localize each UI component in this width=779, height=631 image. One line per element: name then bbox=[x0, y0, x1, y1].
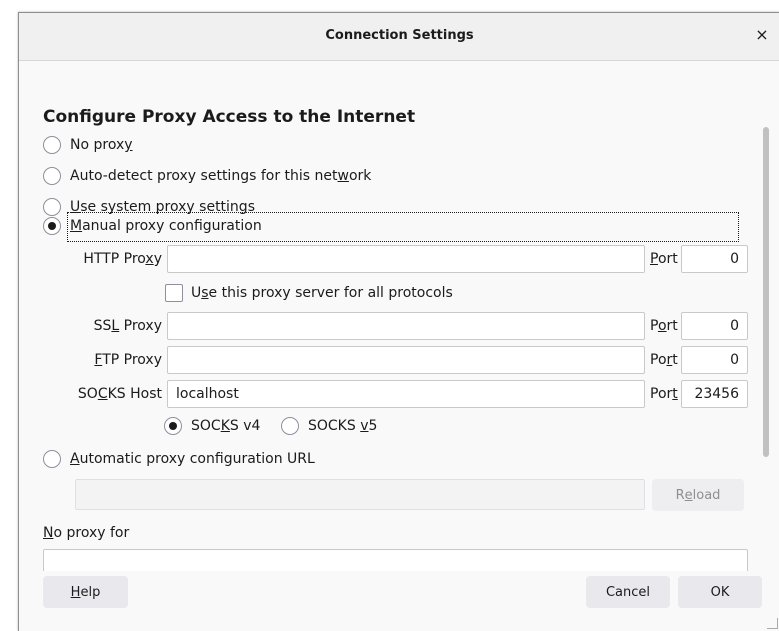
socks-v5-label: SOCKS v5 bbox=[308, 418, 378, 434]
http-port-label: Port bbox=[650, 251, 678, 267]
dialog-title: Connection Settings bbox=[325, 28, 474, 43]
help-button[interactable]: Help bbox=[43, 576, 128, 608]
no-proxy-label: No proxy bbox=[70, 137, 133, 153]
no-proxy-option[interactable]: No proxy bbox=[43, 133, 133, 157]
auto-config-url-radio[interactable] bbox=[43, 450, 61, 468]
ftp-port-label: Port bbox=[650, 352, 678, 368]
ok-button[interactable]: OK bbox=[678, 576, 762, 608]
ssl-port-input[interactable]: 0 bbox=[681, 312, 748, 340]
cancel-button[interactable]: Cancel bbox=[586, 576, 670, 608]
no-proxy-radio[interactable] bbox=[43, 136, 61, 154]
socks-port-input[interactable]: 23456 bbox=[681, 380, 748, 408]
content-scrollbar[interactable] bbox=[762, 123, 770, 629]
no-proxy-for-label: No proxy for bbox=[43, 525, 130, 541]
ftp-proxy-input[interactable] bbox=[167, 346, 645, 374]
auto-detect-radio[interactable] bbox=[43, 167, 61, 185]
socks-v5-option[interactable]: SOCKS v5 bbox=[281, 414, 377, 438]
use-all-protocols-label: Use this proxy server for all protocols bbox=[191, 285, 453, 301]
close-icon[interactable]: × bbox=[754, 26, 770, 44]
dialog-content: Configure Proxy Access to the Internet N… bbox=[19, 61, 779, 631]
manual-proxy-option[interactable]: Manual proxy configuration bbox=[43, 214, 262, 238]
http-proxy-label: HTTP Proxy bbox=[83, 251, 162, 267]
use-all-protocols-checkbox[interactable] bbox=[165, 284, 183, 302]
scrollbar-thumb[interactable] bbox=[763, 127, 769, 457]
http-proxy-input[interactable] bbox=[167, 245, 645, 273]
manual-proxy-radio[interactable] bbox=[43, 217, 61, 235]
ssl-port-label: Port bbox=[650, 318, 678, 334]
auto-detect-label: Auto-detect proxy settings for this netw… bbox=[70, 168, 372, 184]
connection-settings-dialog: Connection Settings × Configure Proxy Ac… bbox=[18, 12, 779, 631]
auto-config-url-option[interactable]: Automatic proxy configuration URL bbox=[43, 447, 315, 471]
auto-config-url-input[interactable] bbox=[75, 479, 645, 510]
dialog-footer: Help Cancel OK bbox=[19, 571, 779, 631]
socks-v4-radio[interactable] bbox=[164, 417, 182, 435]
ftp-port-input[interactable]: 0 bbox=[681, 346, 748, 374]
socks-v4-label: SOCKS v4 bbox=[191, 418, 261, 434]
socks-v4-option[interactable]: SOCKS v4 bbox=[164, 414, 260, 438]
socks-port-label: Port bbox=[650, 386, 678, 402]
reload-button[interactable]: Re load bbox=[652, 479, 744, 511]
ftp-proxy-label: FTP Proxy bbox=[94, 352, 162, 368]
socks-host-label: SOCKS Host bbox=[77, 386, 162, 402]
no-proxy-for-input[interactable] bbox=[43, 549, 748, 573]
resize-grip-icon[interactable] bbox=[767, 618, 778, 629]
ssl-proxy-input[interactable] bbox=[167, 312, 645, 340]
manual-proxy-label: Manual proxy configuration bbox=[70, 218, 262, 234]
http-port-input[interactable]: 0 bbox=[681, 245, 748, 273]
dialog-titlebar: Connection Settings × bbox=[19, 13, 779, 61]
auto-config-url-label: Automatic proxy configuration URL bbox=[70, 451, 315, 467]
socks-v5-radio[interactable] bbox=[281, 417, 299, 435]
socks-host-input[interactable]: localhost bbox=[167, 380, 645, 408]
section-heading: Configure Proxy Access to the Internet bbox=[43, 107, 416, 127]
ssl-proxy-label: SSL Proxy bbox=[93, 318, 162, 334]
auto-detect-option[interactable]: Auto-detect proxy settings for this netw… bbox=[43, 164, 371, 188]
